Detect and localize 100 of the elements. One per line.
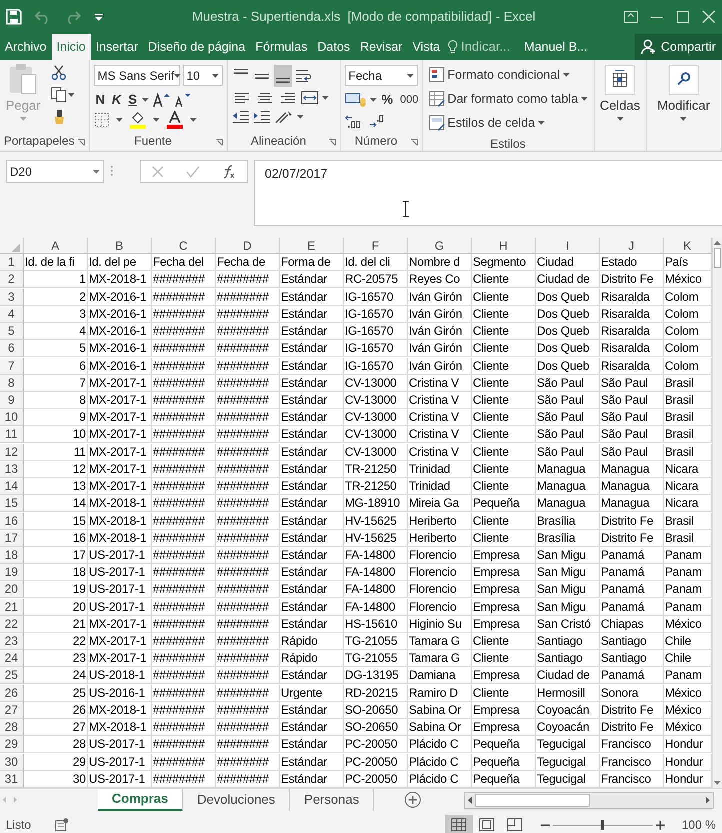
row-header[interactable]: 30	[0, 754, 24, 771]
row-header[interactable]: 3	[0, 288, 24, 306]
row-header[interactable]: 19	[0, 564, 24, 582]
column-header[interactable]: B	[88, 238, 152, 254]
column-header[interactable]: F	[344, 238, 408, 254]
cells-button[interactable]: Celdas	[598, 62, 642, 134]
column-header[interactable]: E	[280, 238, 344, 254]
name-box[interactable]: D20	[6, 160, 104, 183]
column-header[interactable]: G	[408, 238, 472, 254]
ribbon-tab[interactable]: Vista	[408, 34, 446, 60]
conditional-format-button[interactable]: Formato condicional	[426, 64, 572, 86]
ribbon-tab[interactable]: Archivo	[0, 34, 52, 60]
dialog-launcher-icon[interactable]	[216, 138, 223, 146]
fill-color-icon[interactable]	[128, 111, 147, 129]
zoom-slider-thumb[interactable]	[601, 820, 604, 830]
save-icon[interactable]	[6, 9, 22, 25]
merge-cells-icon[interactable]	[300, 91, 319, 105]
scroll-thumb[interactable]	[714, 248, 721, 268]
row-header[interactable]: 25	[0, 667, 24, 684]
vertical-align-button[interactable]	[274, 65, 292, 87]
wrap-text-icon[interactable]	[294, 69, 311, 83]
font-name-dropdown[interactable]: MS Sans Serif	[94, 65, 180, 86]
thousands-button[interactable]: 000	[398, 89, 421, 111]
row-header[interactable]: 27	[0, 702, 24, 719]
ribbon-display-icon[interactable]	[624, 11, 638, 23]
customize-icon[interactable]	[94, 12, 104, 22]
font-size-dropdown[interactable]: 10	[182, 65, 223, 86]
row-header[interactable]: 16	[0, 512, 24, 530]
font-grow-icon[interactable]	[152, 92, 170, 108]
row-header[interactable]: 31	[0, 770, 24, 788]
row-header[interactable]: 4	[0, 306, 24, 323]
row-header[interactable]: 10	[0, 409, 24, 426]
column-header[interactable]: A	[24, 238, 88, 254]
font-color-icon[interactable]	[166, 111, 184, 129]
row-header[interactable]: 17	[0, 530, 24, 547]
percent-button[interactable]: %	[380, 89, 396, 111]
row-header[interactable]: 23	[0, 633, 24, 650]
formula-input[interactable]: 02/07/2017	[265, 165, 328, 221]
row-header[interactable]: 28	[0, 719, 24, 736]
editing-button[interactable]: Modificar	[650, 62, 717, 134]
view-button[interactable]	[444, 815, 473, 833]
maximize-icon[interactable]	[676, 11, 690, 23]
row-header[interactable]: 13	[0, 460, 24, 478]
row-header[interactable]: 14	[0, 478, 24, 496]
underline-button[interactable]: S	[126, 89, 140, 111]
text-orientation-icon[interactable]	[274, 109, 294, 125]
format-as-table-button[interactable]: Dar formato como tabla	[426, 88, 590, 110]
row-header[interactable]: 24	[0, 650, 24, 668]
function-icon[interactable]	[222, 164, 236, 178]
row-header[interactable]: 21	[0, 598, 24, 616]
sheet-tab[interactable]: Compras	[98, 789, 184, 811]
user-name[interactable]: Manuel B...	[519, 34, 593, 60]
column-header[interactable]: I	[536, 238, 600, 254]
ribbon-tab[interactable]: Insertar	[90, 34, 144, 60]
zoom-in-icon[interactable]	[656, 820, 665, 830]
row-header[interactable]: 11	[0, 426, 24, 444]
italic-button[interactable]: K	[110, 89, 124, 111]
cell-styles-button[interactable]: Estilos de celda	[426, 112, 548, 134]
sheet-tab[interactable]: Personas	[290, 789, 374, 811]
row-header[interactable]: 12	[0, 444, 24, 461]
column-header[interactable]: H	[472, 238, 536, 254]
number-format-dropdown[interactable]: Fecha	[344, 65, 418, 86]
dialog-launcher-icon[interactable]	[328, 138, 336, 146]
dialog-launcher-icon[interactable]	[78, 138, 85, 146]
increase-indent-icon[interactable]	[252, 110, 271, 124]
column-header[interactable]: K	[664, 238, 712, 254]
lightbulb-icon[interactable]	[448, 40, 458, 54]
row-header[interactable]: 2	[0, 271, 24, 288]
font-shrink-icon[interactable]	[173, 92, 192, 108]
column-header[interactable]: J	[600, 238, 664, 254]
row-header[interactable]: 18	[0, 546, 24, 564]
row-header[interactable]: 29	[0, 736, 24, 754]
row-header[interactable]: 1	[0, 254, 24, 272]
add-sheet-icon[interactable]	[404, 791, 422, 809]
dialog-launcher-icon[interactable]	[410, 138, 418, 146]
increase-decimal-icon[interactable]	[344, 114, 363, 130]
sheet-tab[interactable]: Devoluciones	[183, 789, 290, 811]
ribbon-tab[interactable]: Diseño de página	[143, 34, 251, 60]
row-header[interactable]: 7	[0, 358, 24, 375]
row-header[interactable]: 5	[0, 323, 24, 340]
row-header[interactable]: 15	[0, 495, 24, 512]
search-hint[interactable]: Indicar...	[461, 37, 510, 57]
column-header[interactable]: C	[152, 238, 216, 254]
horizontal-scrollbar[interactable]	[464, 792, 714, 809]
ribbon-tab[interactable]: Inicio	[52, 34, 91, 60]
row-header[interactable]: 20	[0, 581, 24, 598]
zoom-level[interactable]: 100 %	[682, 816, 716, 833]
row-header[interactable]: 8	[0, 374, 24, 392]
currency-icon[interactable]	[344, 92, 367, 108]
bold-button[interactable]: N	[94, 89, 108, 111]
share-button[interactable]: Compartir	[635, 34, 722, 60]
ribbon-tab[interactable]: Datos	[312, 34, 356, 60]
row-header[interactable]: 6	[0, 340, 24, 358]
column-header[interactable]: D	[216, 238, 280, 254]
ribbon-tab[interactable]: Revisar	[355, 34, 408, 60]
row-header[interactable]: 9	[0, 392, 24, 409]
ribbon-tab[interactable]: Fórmulas	[250, 34, 313, 60]
row-header[interactable]: 26	[0, 684, 24, 702]
row-header[interactable]: 22	[0, 616, 24, 633]
decrease-indent-icon[interactable]	[232, 110, 250, 124]
